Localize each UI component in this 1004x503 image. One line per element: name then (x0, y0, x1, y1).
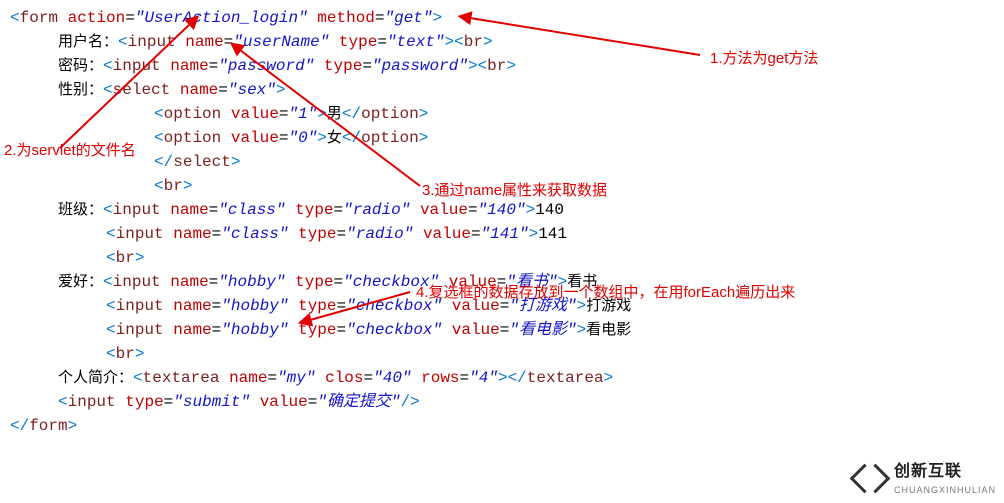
brand-subtitle: CHUANGXINHULIAN (894, 484, 996, 498)
brand-name: 创新互联 (894, 463, 962, 480)
code-block: <form action="UserAction_login" method="… (10, 6, 631, 438)
annotation-3: 3.通过name属性来获取数据 (422, 180, 607, 203)
brand-mark-icon (852, 460, 888, 496)
annotation-1: 1.方法为get方法 (710, 48, 818, 71)
annotation-4: 4.复选框的数据存放到一个数组中，在用forEach遍历出来 (416, 282, 795, 305)
brand-logo: 创新互联 CHUANGXINHULIAN (852, 460, 996, 498)
annotation-2: 2.为servlet的文件名 (4, 140, 136, 163)
